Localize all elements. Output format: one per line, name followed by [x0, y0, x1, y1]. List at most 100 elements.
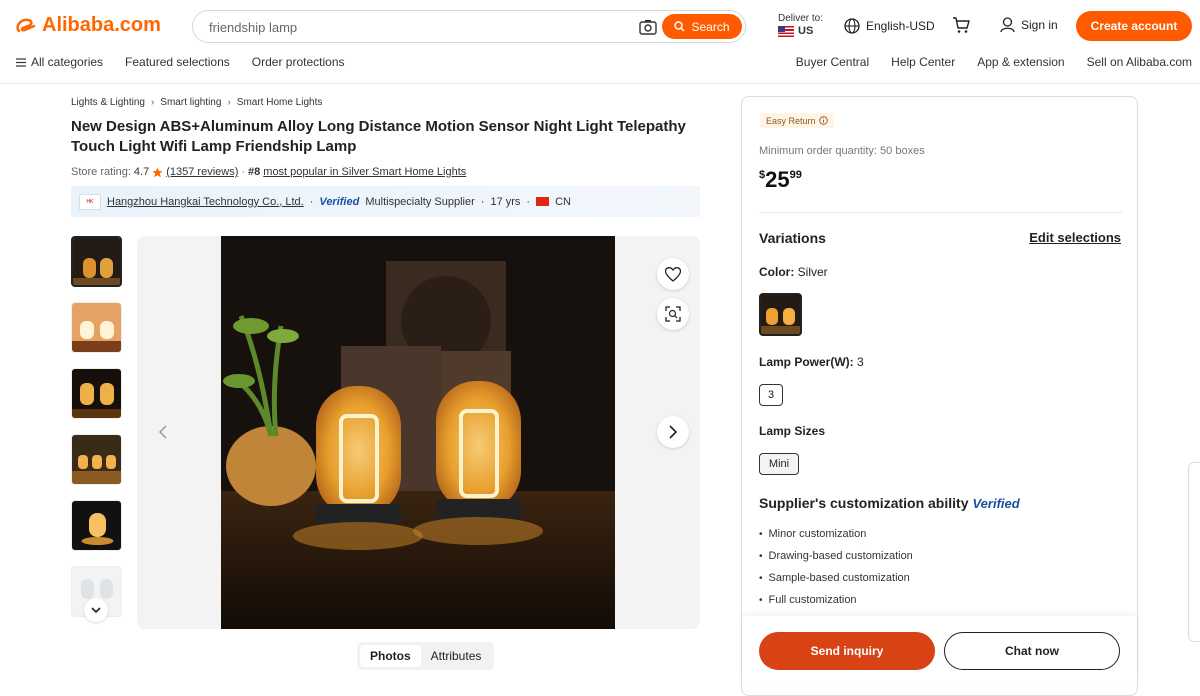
side-floating-toolbar[interactable] — [1188, 462, 1200, 642]
customization-list: Minor customization Drawing-based custom… — [759, 523, 913, 611]
list-item: Sample-based customization — [759, 567, 913, 589]
rating-value: 4.7 — [133, 166, 150, 178]
sign-in-link[interactable]: Sign in — [1000, 17, 1058, 33]
list-item: Full customization — [759, 589, 913, 611]
separator-dot: · — [526, 195, 531, 208]
thumbnail[interactable] — [71, 368, 122, 419]
us-flag-icon — [778, 25, 794, 37]
lamp-sizes-label: Lamp Sizes — [759, 424, 825, 438]
language-label: English-USD — [866, 19, 935, 33]
chevron-left-icon — [159, 425, 167, 439]
lamp-sizes-label-text: Lamp Sizes — [759, 424, 826, 438]
deliver-to[interactable]: Deliver to: US — [778, 13, 823, 37]
thumbnail[interactable] — [71, 302, 122, 353]
nav-order-protections[interactable]: Order protections — [252, 55, 345, 69]
supplier-name[interactable]: Hangzhou Hangkai Technology Co., Ltd. — [107, 196, 304, 208]
search-button-label: Search — [691, 19, 730, 34]
separator-dot: · — [480, 195, 485, 208]
breadcrumb-item[interactable]: Lights & Lighting — [71, 97, 145, 108]
lamp-power-option[interactable]: 3 — [759, 384, 783, 406]
image-search-icon[interactable] — [639, 19, 657, 35]
sign-in-label: Sign in — [1021, 18, 1058, 32]
verified-badge: Verified — [319, 195, 360, 208]
cn-flag-icon — [536, 197, 550, 206]
search-button[interactable]: Search — [662, 14, 742, 39]
price-main: 25 — [765, 167, 790, 192]
reviews-link[interactable]: (1357 reviews) — [166, 166, 238, 178]
easy-return-label: Easy Return — [766, 115, 816, 126]
chat-now-button[interactable]: Chat now — [944, 632, 1120, 670]
easy-return-badge[interactable]: Easy Return — [760, 113, 834, 128]
purchase-panel: Easy Return Minimum order quantity: 50 b… — [741, 96, 1138, 696]
nav-all-categories[interactable]: All categories — [16, 55, 103, 69]
next-image-button[interactable] — [657, 416, 689, 448]
product-title: New Design ABS+Aluminum Alloy Long Dista… — [71, 118, 686, 155]
nav-help-center[interactable]: Help Center — [891, 55, 955, 69]
search-input[interactable] — [209, 18, 609, 36]
separator-dot: · — [309, 195, 314, 208]
edit-selections-link[interactable]: Edit selections — [1029, 230, 1121, 245]
logo-text: Alibaba.com — [42, 14, 161, 36]
gallery-tabs: Photos Attributes — [357, 642, 495, 670]
chevron-right-icon — [669, 425, 677, 439]
breadcrumb-item[interactable]: Smart Home Lights — [237, 97, 323, 108]
swatch-image — [761, 295, 800, 334]
separator-dot: · — [241, 166, 246, 178]
rank-link[interactable]: most popular in Silver Smart Home Lights — [263, 166, 466, 178]
price-cents: 99 — [789, 169, 802, 181]
lamp-power-label: Lamp Power(W): 3 — [759, 355, 864, 369]
scan-icon — [665, 306, 681, 322]
send-inquiry-button[interactable]: Send inquiry — [759, 632, 935, 670]
nav-sell-on-alibaba[interactable]: Sell on Alibaba.com — [1087, 55, 1192, 69]
thumbnails-scroll-down-button[interactable] — [84, 598, 108, 622]
store-rating: Store rating: 4.7 (1357 reviews) · #8 mo… — [71, 166, 466, 178]
breadcrumb: Lights & Lighting › Smart lighting › Sma… — [71, 97, 322, 108]
cart-icon[interactable] — [952, 17, 970, 34]
language-selector[interactable]: English-USD — [844, 18, 935, 34]
create-account-button[interactable]: Create account — [1076, 11, 1192, 41]
verified-badge: Verified — [972, 495, 1020, 511]
nav-left: All categories Featured selections Order… — [16, 55, 345, 69]
supplier-logo[interactable]: HK — [79, 193, 101, 210]
favorite-button[interactable] — [657, 258, 689, 290]
color-value: Silver — [797, 265, 828, 279]
thumbnail[interactable] — [71, 434, 122, 485]
thumbnail[interactable] — [71, 236, 122, 287]
visual-search-button[interactable] — [657, 298, 689, 330]
product-gallery — [137, 236, 700, 629]
main-product-image[interactable] — [221, 236, 615, 629]
search-bar: Search — [192, 10, 746, 43]
breadcrumb-item[interactable]: Smart lighting — [160, 97, 221, 108]
nav-buyer-central[interactable]: Buyer Central — [796, 55, 869, 69]
customization-heading: Supplier's customization ability Verifie… — [759, 495, 1020, 511]
info-icon — [818, 116, 828, 125]
nav-label: All categories — [31, 55, 104, 69]
lamp-power-value: 3 — [857, 355, 864, 369]
previous-image-button[interactable] — [149, 418, 177, 446]
supplier-type: Multispecialty Supplier — [365, 195, 475, 208]
lamp-power-label-text: Lamp Power(W): — [759, 355, 854, 369]
color-label: Color: Silver — [759, 265, 828, 279]
thumbnail[interactable] — [71, 500, 122, 551]
menu-icon — [16, 57, 26, 67]
tab-photos[interactable]: Photos — [360, 645, 421, 667]
alibaba-logo[interactable]: Alibaba.com — [16, 14, 161, 37]
nav-featured-selections[interactable]: Featured selections — [125, 55, 230, 69]
color-swatch-silver[interactable] — [759, 293, 802, 336]
nav-right: Buyer Central Help Center App & extensio… — [796, 55, 1192, 69]
list-item: Drawing-based customization — [759, 545, 913, 567]
lamp-size-option[interactable]: Mini — [759, 453, 799, 475]
thumbnail-image — [73, 238, 120, 285]
heart-icon — [665, 266, 681, 282]
nav-app-extension[interactable]: App & extension — [977, 55, 1064, 69]
minimum-order-quantity: Minimum order quantity: 50 boxes — [759, 145, 925, 157]
list-item: Minor customization — [759, 523, 913, 545]
tab-attributes[interactable]: Attributes — [421, 645, 492, 667]
chevron-right-icon: › — [150, 97, 155, 108]
chevron-right-icon: › — [227, 97, 231, 108]
globe-icon — [844, 18, 860, 34]
chevron-down-icon — [91, 606, 101, 613]
price: $2599 — [759, 167, 802, 193]
thumbnail-image — [72, 435, 121, 484]
divider — [759, 212, 1122, 213]
